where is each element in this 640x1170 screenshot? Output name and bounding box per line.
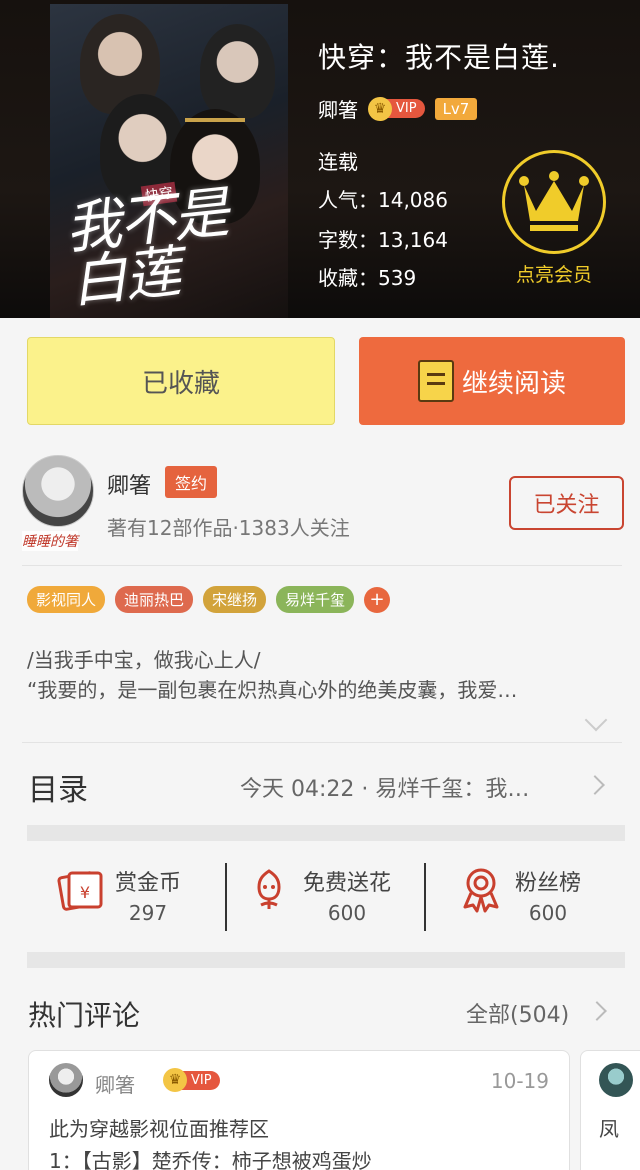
author-avatar[interactable]	[22, 455, 94, 527]
all-comments-link[interactable]: 全部(504)	[466, 997, 569, 1029]
tag-item[interactable]: 影视同人	[27, 586, 106, 613]
divider	[22, 742, 622, 743]
serial-status: 连载	[318, 150, 358, 174]
tag-item[interactable]: 宋继扬	[203, 586, 267, 613]
author-name[interactable]: 卿箸	[107, 468, 151, 500]
vip-badge: ♛ VIP	[368, 96, 425, 121]
crown-icon: ♛	[163, 1068, 187, 1092]
book-icon	[417, 360, 454, 402]
hot-comments-title: 热门评论	[28, 999, 141, 1032]
comment-user[interactable]: 卿箸	[95, 1069, 135, 1098]
popularity: 人气：14,086	[318, 188, 448, 212]
send-flowers[interactable]: 免费送花 600	[245, 865, 391, 925]
cover-title: 我不是白莲	[62, 180, 231, 316]
member-button[interactable]: 点亮会员	[500, 150, 608, 287]
favorited-button[interactable]: 已收藏	[27, 337, 335, 425]
medal-icon	[463, 868, 499, 913]
book-intro[interactable]: /当我手中宝，做我心上人/ “我要的，是一副包裹在炽热真心外的绝美皮囊，我爱…	[27, 645, 627, 705]
divider	[22, 565, 622, 566]
chevron-down-icon[interactable]	[584, 708, 608, 732]
latest-chapter[interactable]: 今天 04:22 · 易烊千玺：我…	[240, 771, 570, 803]
tag-list: 影视同人 迪丽热巴 宋继扬 易烊千玺 +	[27, 586, 391, 613]
book-header: 快穿 我不是白莲 快穿：我不是白莲. 卿箸 ♛ VIP Lv7 连载 人气：14…	[0, 0, 640, 318]
avatar[interactable]	[599, 1063, 633, 1097]
support-stats: ¥ 赏金币 297 免费送花 600 粉丝榜 600	[27, 841, 625, 952]
section-gap	[27, 825, 625, 841]
book-cover[interactable]: 快穿 我不是白莲	[50, 4, 288, 318]
vip-badge: ♛ VIP	[163, 1068, 220, 1092]
comment-text: 凤	[599, 1117, 619, 1141]
comment-card[interactable]: 卿箸 ♛ VIP 10-19 此为穿越影视位面推荐区 1：【古影】楚乔传：柿子想…	[28, 1050, 570, 1170]
add-tag-button[interactable]: +	[364, 586, 391, 613]
comment-text: 此为穿越影视位面推荐区 1：【古影】楚乔传：柿子想被鸡蛋炒	[49, 1117, 372, 1170]
follow-button[interactable]: 已关注	[509, 476, 624, 530]
chevron-right-icon[interactable]	[587, 1001, 607, 1021]
avatar-signature: 睡睡的箸	[22, 531, 78, 551]
signed-badge: 签约	[165, 466, 218, 498]
continue-reading-button[interactable]: 继续阅读	[359, 337, 625, 425]
divider	[225, 863, 227, 931]
cover-tiara	[185, 102, 245, 122]
red-envelope-icon: ¥	[57, 871, 103, 911]
section-gap	[27, 952, 625, 968]
word-count: 字数：13,164	[318, 228, 448, 252]
chevron-right-icon[interactable]	[585, 775, 605, 795]
comment-date: 10-19	[490, 1069, 549, 1093]
crown-icon: ♛	[368, 96, 392, 121]
intro-line: “我要的，是一副包裹在炽热真心外的绝美皮囊，我爱…	[27, 678, 518, 702]
flower-icon	[257, 869, 281, 909]
author-meta: 著有12部作品·1383人关注	[107, 516, 350, 540]
tag-item[interactable]: 易烊千玺	[276, 586, 355, 613]
svg-text:¥: ¥	[80, 883, 90, 902]
continue-reading-label: 继续阅读	[461, 368, 566, 399]
favorites-count: 收藏：539	[318, 266, 417, 290]
reward-coins[interactable]: ¥ 赏金币 297	[57, 865, 181, 925]
tag-item[interactable]: 迪丽热巴	[115, 586, 194, 613]
author-name[interactable]: 卿箸	[318, 94, 358, 123]
author-row: 卿箸 ♛ VIP Lv7	[318, 94, 478, 123]
avatar[interactable]	[49, 1063, 83, 1097]
comment-card[interactable]: 凤	[580, 1050, 640, 1170]
book-title: 快穿：我不是白莲.	[318, 41, 560, 74]
crown-icon	[502, 150, 606, 254]
level-badge: Lv7	[434, 97, 478, 120]
fan-ranking[interactable]: 粉丝榜 600	[457, 865, 581, 925]
toc-title[interactable]: 目录	[28, 765, 88, 809]
divider	[424, 863, 426, 931]
intro-line: /当我手中宝，做我心上人/	[27, 648, 261, 672]
